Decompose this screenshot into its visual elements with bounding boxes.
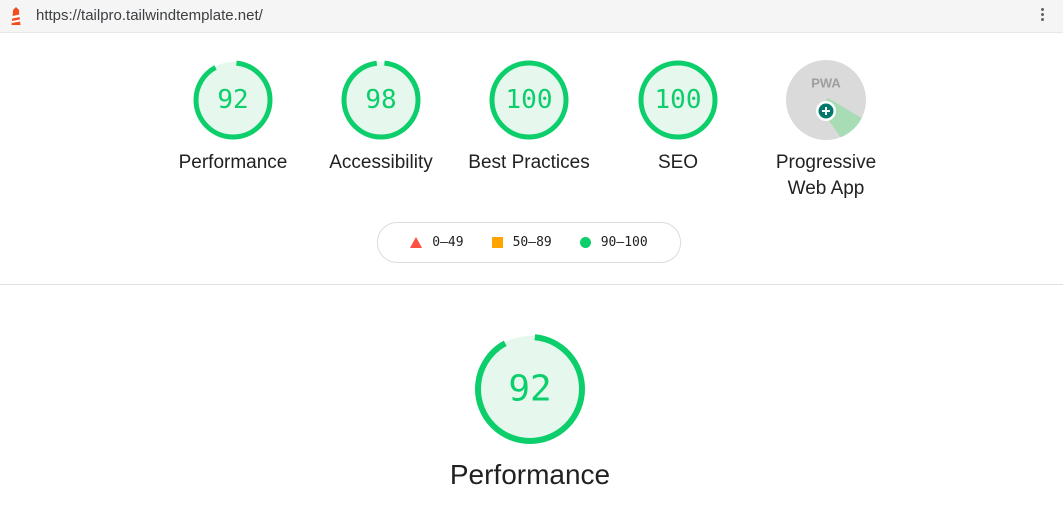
gauge-accessibility-label: Accessibility [329,152,433,173]
legend-range-fail: 0–49 [432,235,464,250]
gauge-pwa-label-line1: Progressive [775,152,877,173]
gauge-performance-ring: 92 [193,60,273,140]
fail-triangle-icon [410,237,423,248]
gauge-seo-ring: 100 [638,60,718,140]
url-text: https://tailpro.tailwindtemplate.net/ [36,7,263,24]
pass-circle-icon [579,237,591,248]
gauge-pwa-label: Progressive Web App [758,150,894,202]
gauge-accessibility-score: 98 [365,85,396,115]
performance-detail-gauge: 92 Performance [430,331,630,491]
gauge-best-practices[interactable]: 100 Best Practices [456,58,602,176]
performance-detail-score: 92 [508,369,551,410]
gauge-performance-score: 92 [217,85,248,115]
lighthouse-icon [11,7,21,25]
gauge-accessibility-ring: 98 [341,60,421,140]
gauge-best-practices-label: Best Practices [468,152,590,173]
gauge-best-practices-ring: 100 [489,60,569,140]
performance-detail-ring: 92 [475,334,585,444]
gauge-best-practices-score: 100 [506,85,553,115]
more-vert-icon[interactable] [1039,8,1045,24]
legend-range-pass: 90–100 [600,235,648,250]
browser-url-bar[interactable]: https://tailpro.tailwindtemplate.net/ [0,0,1063,33]
gauge-accessibility[interactable]: 98 Accessibility [313,58,449,176]
performance-detail-label: Performance [449,459,611,490]
legend-item-pass: 90–100 [579,235,648,250]
gauge-seo[interactable]: 100 SEO [610,58,746,176]
average-square-icon [491,237,503,248]
legend-range-average: 50–89 [512,235,552,250]
gauge-pwa[interactable]: PWA Progressive Web App [758,58,894,202]
legend-item-average: 50–89 [491,235,552,250]
score-scale-legend: 0–49 50–89 90–100 [377,222,681,263]
section-divider [0,284,1063,285]
legend-item-fail: 0–49 [410,235,464,250]
gauge-performance-label: Performance [178,152,288,173]
gauge-performance[interactable]: 92 Performance [165,58,301,176]
pwa-badge-text: PWA [811,76,841,91]
gauge-pwa-label-line2: Web App [787,178,865,199]
pwa-badge-icon: PWA [786,60,866,140]
gauge-seo-score: 100 [655,85,702,115]
gauge-seo-label: SEO [657,152,699,173]
